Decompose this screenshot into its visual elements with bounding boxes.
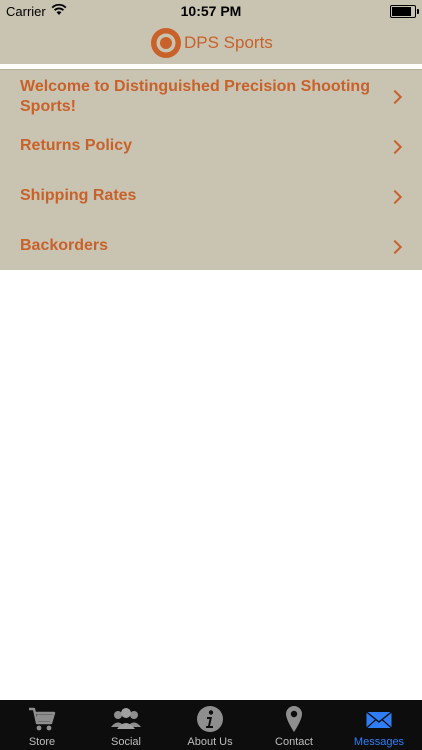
chevron-right-icon: [387, 89, 403, 105]
map-pin-icon: [252, 705, 336, 733]
tab-store[interactable]: Store: [0, 700, 84, 750]
chevron-right-icon: [387, 139, 403, 155]
chevron-right-icon: [387, 239, 403, 255]
envelope-icon: [336, 705, 422, 733]
tab-contact[interactable]: Contact: [252, 700, 336, 750]
people-icon: [84, 705, 168, 733]
list-item[interactable]: Shipping Rates: [0, 170, 422, 220]
list-item[interactable]: Returns Policy: [0, 120, 422, 170]
info-icon: [168, 705, 252, 733]
tab-messages[interactable]: Messages: [336, 700, 422, 750]
tab-label: About Us: [187, 736, 233, 748]
message-title: Welcome to Distinguished Precision Shoot…: [20, 78, 370, 115]
battery-icon: [390, 5, 419, 18]
message-title: Shipping Rates: [20, 187, 137, 204]
target-logo-icon: [150, 27, 182, 59]
list-item[interactable]: Backorders: [0, 220, 422, 270]
status-bar: Carrier 10:57 PM: [0, 0, 422, 22]
status-time: 10:57 PM: [180, 3, 242, 19]
tab-bar: Store Social About Us Contact Messages: [0, 700, 422, 750]
brand: DPS Sports: [150, 26, 273, 60]
tab-label: Social: [111, 736, 141, 748]
chevron-right-icon: [387, 189, 403, 205]
message-list: Welcome to Distinguished Precision Shoot…: [0, 69, 422, 270]
tab-label: Messages: [353, 736, 405, 748]
brand-name: DPS Sports: [184, 33, 273, 52]
list-item[interactable]: Welcome to Distinguished Precision Shoot…: [0, 70, 422, 120]
tab-label: Contact: [275, 736, 313, 748]
nav-bar: DPS Sports: [0, 22, 422, 64]
tab-about-us[interactable]: About Us: [168, 700, 252, 750]
battery-fill: [392, 7, 411, 16]
tab-label: Store: [28, 736, 56, 748]
message-title: Backorders: [20, 237, 109, 254]
cart-icon: [0, 705, 84, 733]
tab-social[interactable]: Social: [84, 700, 168, 750]
message-title: Returns Policy: [20, 137, 133, 154]
